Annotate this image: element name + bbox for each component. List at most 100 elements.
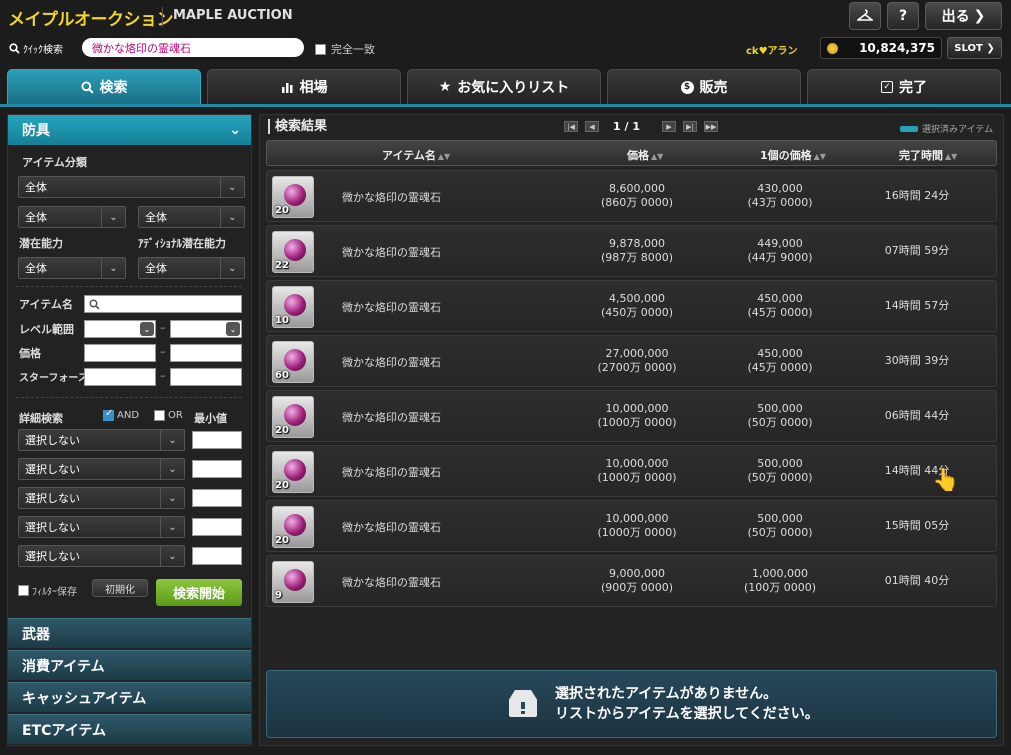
additional-potential-select[interactable]: 全体 ⌄ [138, 257, 245, 279]
save-filter-option[interactable]: ﾌｨﾙﾀｰ保存 [18, 583, 77, 598]
unit-price: 430,000 [757, 182, 803, 195]
price-man: (1000万 0000) [597, 416, 677, 429]
unit-price-cell: 450,000 (45万 0000) [720, 347, 840, 375]
next-10-page-button[interactable]: ▶| [683, 121, 697, 132]
item-name: 微かな烙印の霊魂石 [342, 246, 441, 259]
detail-filter-select[interactable]: 選択しない ⌄ [18, 516, 185, 538]
tab-label: 検索 [99, 80, 128, 96]
or-option[interactable]: OR [154, 410, 183, 421]
detail-min-input[interactable] [192, 460, 242, 478]
coin-icon: $ [680, 80, 694, 94]
potential-value: 全体 [25, 262, 47, 275]
unit-price-man: (100万 0000) [743, 581, 817, 594]
and-checkbox[interactable] [103, 408, 114, 421]
section-divider [16, 397, 242, 398]
detail-min-input[interactable] [192, 547, 242, 565]
detail-min-input[interactable] [192, 518, 242, 536]
price-cell: 27,000,000 (2700万 0000) [577, 347, 697, 375]
price: 9,000,000 [609, 567, 665, 580]
additional-potential-value: 全体 [145, 262, 167, 275]
end-time: 06時間 44分 [884, 409, 950, 422]
potential-select[interactable]: 全体 ⌄ [18, 257, 126, 279]
unit-price-cell: 449,000 (44万 9000) [720, 237, 840, 265]
item-level: 20 [275, 425, 289, 436]
category-cash-item[interactable]: キャッシュアイテム [8, 682, 251, 712]
chevron-down-icon: ⌄ [160, 517, 184, 537]
detail-filter-value: 選択しない [25, 550, 80, 563]
tab-market-price[interactable]: 相場 [207, 69, 401, 105]
unit-price: 500,000 [757, 402, 803, 415]
exit-button[interactable]: 出る ❯ [925, 2, 1002, 30]
tab-complete[interactable]: ✓ 完了 [807, 69, 1001, 105]
slot-button[interactable]: SLOT ❯ [947, 37, 1002, 59]
end-time: 30時間 39分 [884, 354, 950, 367]
reset-button[interactable]: 初期化 [92, 579, 148, 597]
category-consumable[interactable]: 消費アイテム [8, 650, 251, 680]
table-row[interactable]: 20 微かな烙印の霊魂石 10,000,000 (1000万 0000) 500,… [266, 500, 997, 552]
price: 8,600,000 [609, 182, 665, 195]
price-cell: 10,000,000 (1000万 0000) [577, 457, 697, 485]
detail-min-input[interactable] [192, 431, 242, 449]
column-price[interactable]: 価格 ▲▼ [627, 147, 663, 163]
detail-filter-select[interactable]: 選択しない ⌄ [18, 458, 185, 480]
table-row[interactable]: 9 微かな烙印の霊魂石 9,000,000 (900万 0000) 1,000,0… [266, 555, 997, 607]
price-max-input[interactable] [170, 344, 242, 362]
tab-label: 販売 [699, 80, 728, 96]
and-option[interactable]: AND [103, 408, 139, 421]
starforce-max-input[interactable] [170, 368, 242, 386]
price-min-input[interactable] [84, 344, 156, 362]
tab-favorites[interactable]: ★ お気に入りリスト [407, 69, 601, 105]
exact-match-option[interactable]: 完全一致 [315, 41, 375, 57]
detail-filter-select[interactable]: 選択しない ⌄ [18, 487, 185, 509]
sub-class-select-2[interactable]: 全体 ⌄ [138, 206, 245, 228]
category-weapon[interactable]: 武器 [8, 618, 251, 648]
quick-search-input[interactable] [82, 38, 304, 57]
tab-search[interactable]: 検索 [7, 69, 201, 105]
sub-class-select-1[interactable]: 全体 ⌄ [18, 206, 126, 228]
exact-match-checkbox[interactable] [315, 43, 326, 55]
detail-min-input[interactable] [192, 489, 242, 507]
unit-price-cell: 450,000 (45万 0000) [720, 292, 840, 320]
end-time: 14時間 57分 [884, 299, 950, 312]
level-max-select[interactable]: ⌄ [170, 320, 242, 338]
last-page-button[interactable]: ▶▶ [704, 121, 718, 132]
column-unit-price[interactable]: 1個の価格 ▲▼ [760, 147, 826, 163]
table-row[interactable]: 20 微かな烙印の霊魂石 10,000,000 (1000万 0000) 500,… [266, 445, 997, 497]
unit-price: 449,000 [757, 237, 803, 250]
unit-price-cell: 500,000 (50万 0000) [720, 457, 840, 485]
table-row[interactable]: 10 微かな烙印の霊魂石 4,500,000 (450万 0000) 450,00… [266, 280, 997, 332]
detail-filter-select[interactable]: 選択しない ⌄ [18, 429, 185, 451]
meso-balance: 10,824,375 [820, 37, 942, 59]
search-start-button[interactable]: 検索開始 [156, 579, 242, 606]
soul-stone-icon [284, 294, 306, 316]
item-name-input[interactable] [84, 295, 242, 313]
chevron-right-icon: ❯ [973, 8, 986, 24]
help-button[interactable]: ? [887, 2, 919, 30]
hanger-button[interactable] [849, 2, 881, 30]
level-min-select[interactable]: ⌄ [84, 320, 156, 338]
price-cell: 4,500,000 (450万 0000) [577, 292, 697, 320]
starforce-min-input[interactable] [84, 368, 156, 386]
prev-page-button[interactable]: ◀ [585, 121, 599, 132]
table-row[interactable]: 60 微かな烙印の霊魂石 27,000,000 (2700万 0000) 450,… [266, 335, 997, 387]
or-checkbox[interactable] [154, 410, 165, 421]
save-filter-checkbox[interactable] [18, 585, 29, 596]
column-end-time[interactable]: 完了時間 ▲▼ [899, 147, 957, 163]
min-value-label: 最小値 [194, 412, 227, 425]
next-page-button[interactable]: ▶ [662, 121, 676, 132]
price: 10,000,000 [605, 402, 669, 415]
first-page-button[interactable]: |◀ [564, 121, 578, 132]
price-man: (1000万 0000) [597, 526, 677, 539]
end-time: 16時間 24分 [884, 189, 950, 202]
tab-sell[interactable]: $ 販売 [607, 69, 801, 105]
chevron-down-icon: ⌄ [160, 430, 184, 450]
category-armor-header[interactable]: 防具 ⌄ [8, 115, 251, 145]
item-class-select[interactable]: 全体 ⌄ [18, 176, 245, 198]
table-row[interactable]: 20 微かな烙印の霊魂石 8,600,000 (860万 0000) 430,00… [266, 170, 997, 222]
column-item-name[interactable]: アイテム名 ▲▼ [382, 147, 450, 163]
detail-filter-select[interactable]: 選択しない ⌄ [18, 545, 185, 567]
category-etc-item[interactable]: ETCアイテム [8, 714, 251, 744]
table-row[interactable]: 20 微かな烙印の霊魂石 10,000,000 (1000万 0000) 500,… [266, 390, 997, 442]
price-cell: 9,000,000 (900万 0000) [577, 567, 697, 595]
table-row[interactable]: 22 微かな烙印の霊魂石 9,878,000 (987万 8000) 449,00… [266, 225, 997, 277]
